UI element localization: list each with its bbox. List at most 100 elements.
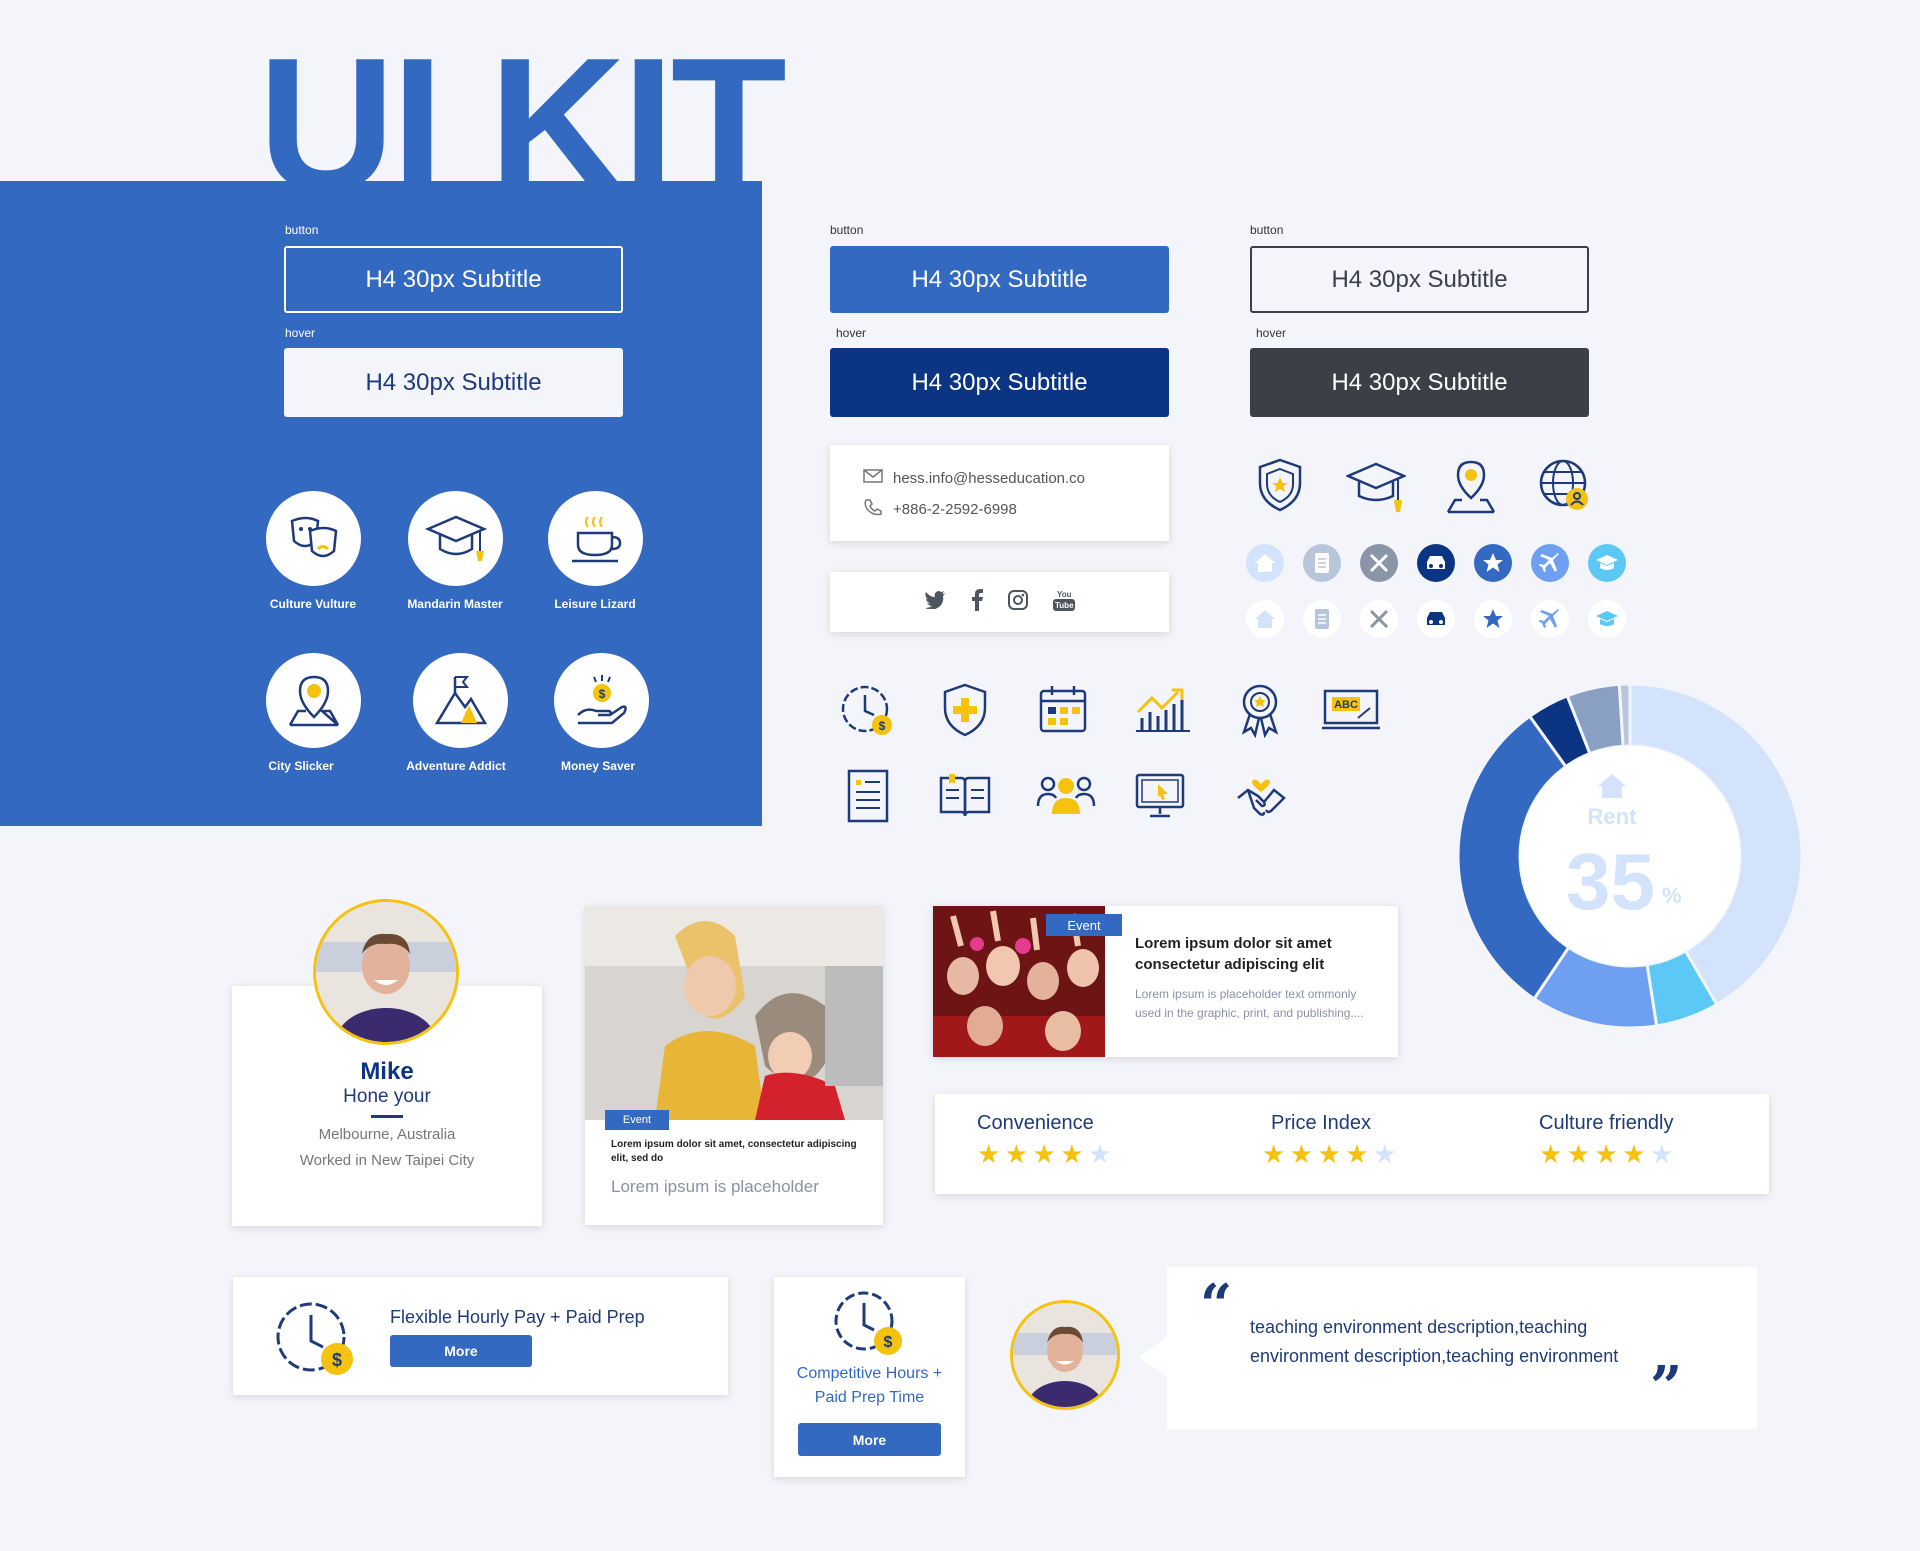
badge-label: Culture Vulture [269,597,357,611]
star-outline-icon[interactable] [1474,600,1512,638]
graduation-cap-icon [408,491,503,586]
badge-label: Money Saver [560,759,636,773]
shield-star-icon [1255,457,1305,518]
rating-label: Convenience [977,1112,1094,1134]
open-book-icon [937,772,993,825]
svg-text:$: $ [332,1350,342,1370]
star-empty-icon: ★ [1088,1139,1112,1169]
open-quote-icon: “ [1200,1272,1233,1338]
badge-culture-vulture[interactable] [266,491,361,586]
star-empty-icon: ★ [1650,1139,1674,1169]
home-chart-icon [1596,772,1628,805]
star-rating: ★ ★ ★ ★ ★ [977,1141,1177,1168]
document-outline-icon[interactable] [1303,600,1341,638]
outline-dark-button[interactable]: H4 30px Subtitle [1250,246,1589,313]
event-subtitle: Lorem ipsum is placeholder [611,1177,819,1196]
event-tag: Event [605,1110,669,1130]
hover-label: hover [285,326,316,340]
event-row-card[interactable]: Event Lorem ipsum dolor sit amet consect… [933,906,1398,1057]
donut-label: Rent [1587,804,1637,829]
badge-label: Mandarin Master [407,597,503,611]
rating-label: Price Index [1271,1112,1372,1134]
badge-mandarin-master[interactable] [408,491,503,586]
twitter-icon[interactable] [924,590,946,614]
dark-hover-button[interactable]: H4 30px Subtitle [1250,348,1589,417]
home-outline-icon[interactable] [1246,600,1284,638]
email-text: hess.info@hesseducation.co [893,469,1086,487]
star-icon: ★ [1345,1139,1369,1169]
badge-leisure-lizard[interactable] [548,491,643,586]
profile-subtitle: Hone your [343,1086,431,1107]
badge-adventure-addict[interactable] [413,653,508,748]
rating-price-index: Price Index ★ ★ ★ ★ ★ [1262,1112,1471,1168]
badge-label: Leisure Lizard [554,597,636,611]
group-people-icon [1036,772,1096,821]
feature-hours-card: $ Competitive Hours + Paid Prep Time Mor… [774,1277,965,1477]
abc-board-icon: ABC [1322,688,1380,737]
hover-label: hover [1256,326,1287,340]
facebook-icon[interactable] [970,588,984,616]
phone-icon [863,498,883,520]
profile-location: Melbourne, Australia [318,1126,456,1143]
close-quote-icon: ” [1650,1354,1683,1420]
badge-label: Adventure Addict [406,759,506,773]
button-label: button [285,223,319,237]
clock-money-icon: $ [273,1295,359,1386]
car-icon[interactable] [1417,544,1455,582]
primary-hover-button[interactable]: H4 30px Subtitle [830,348,1169,417]
youtube-icon[interactable]: You Tube [1052,589,1076,616]
donut-unit: % [1662,883,1682,908]
clock-money-icon: $ [840,683,896,744]
speech-bubble-tail [1139,1337,1167,1377]
star-rating: ★ ★ ★ ★ ★ [1539,1141,1739,1168]
badge-money-saver[interactable]: $ [554,653,649,748]
graduation-cap-icon [1344,458,1408,523]
primary-button[interactable]: H4 30px Subtitle [830,246,1169,313]
checklist-icon [846,768,890,829]
event-row-headline: Lorem ipsum dolor sit amet consectetur a… [1135,935,1332,973]
computer-cursor-icon [1134,772,1186,825]
grad-cap-outline-icon[interactable] [1588,600,1626,638]
star-icon[interactable] [1474,544,1512,582]
grad-cap-small-icon[interactable] [1588,544,1626,582]
quote-bubble: “ teaching environment description,teach… [1167,1267,1757,1429]
utensils-outline-icon[interactable] [1360,600,1398,638]
star-icon: ★ [1317,1139,1341,1169]
clock-money-icon: $ [832,1287,908,1364]
more-button[interactable]: More [798,1423,941,1456]
contact-card: hess.info@hesseducation.co +886-2-2592-6… [830,445,1169,541]
white-hover-button[interactable]: H4 30px Subtitle [284,348,623,417]
profile-name: Mike [360,1058,414,1085]
airplane-icon[interactable] [1531,544,1569,582]
more-button[interactable]: More [390,1335,532,1367]
star-icon: ★ [977,1139,1001,1169]
home-icon[interactable] [1246,544,1284,582]
utensils-icon[interactable] [1360,544,1398,582]
car-outline-icon[interactable] [1417,600,1455,638]
svg-text:You: You [1057,590,1072,599]
coffee-cup-icon [548,491,643,586]
airplane-outline-icon[interactable] [1531,600,1569,638]
testimonial-avatar [1010,1300,1120,1410]
star-icon: ★ [1289,1139,1314,1169]
star-icon: ★ [1622,1139,1646,1169]
instagram-icon[interactable] [1007,589,1028,615]
badge-city-slicker[interactable] [266,653,361,748]
phone-row[interactable]: +886-2-2592-6998 [863,498,1017,520]
svg-text:$: $ [598,687,605,701]
event-card[interactable]: Event Lorem ipsum dolor sit amet, consec… [585,906,883,1225]
outline-white-button[interactable]: H4 30px Subtitle [284,246,623,313]
feature-pay-card: $ Flexible Hourly Pay + Paid Prep More [233,1277,728,1395]
star-rating: ★ ★ ★ ★ ★ [1262,1141,1471,1168]
social-card: You Tube [830,572,1169,632]
svg-text:ABC: ABC [1334,699,1358,711]
star-icon: ★ [1262,1139,1286,1169]
calendar-icon [1038,684,1088,739]
badge-label: City Slicker [268,759,334,773]
map-pin-icon [266,653,361,748]
star-icon: ★ [1566,1139,1591,1169]
quote-text-line1: teaching environment description,teachin… [1250,1317,1588,1337]
document-icon[interactable] [1303,544,1341,582]
rating-convenience: Convenience ★ ★ ★ ★ ★ [977,1112,1177,1168]
email-row[interactable]: hess.info@hesseducation.co [863,469,1085,487]
